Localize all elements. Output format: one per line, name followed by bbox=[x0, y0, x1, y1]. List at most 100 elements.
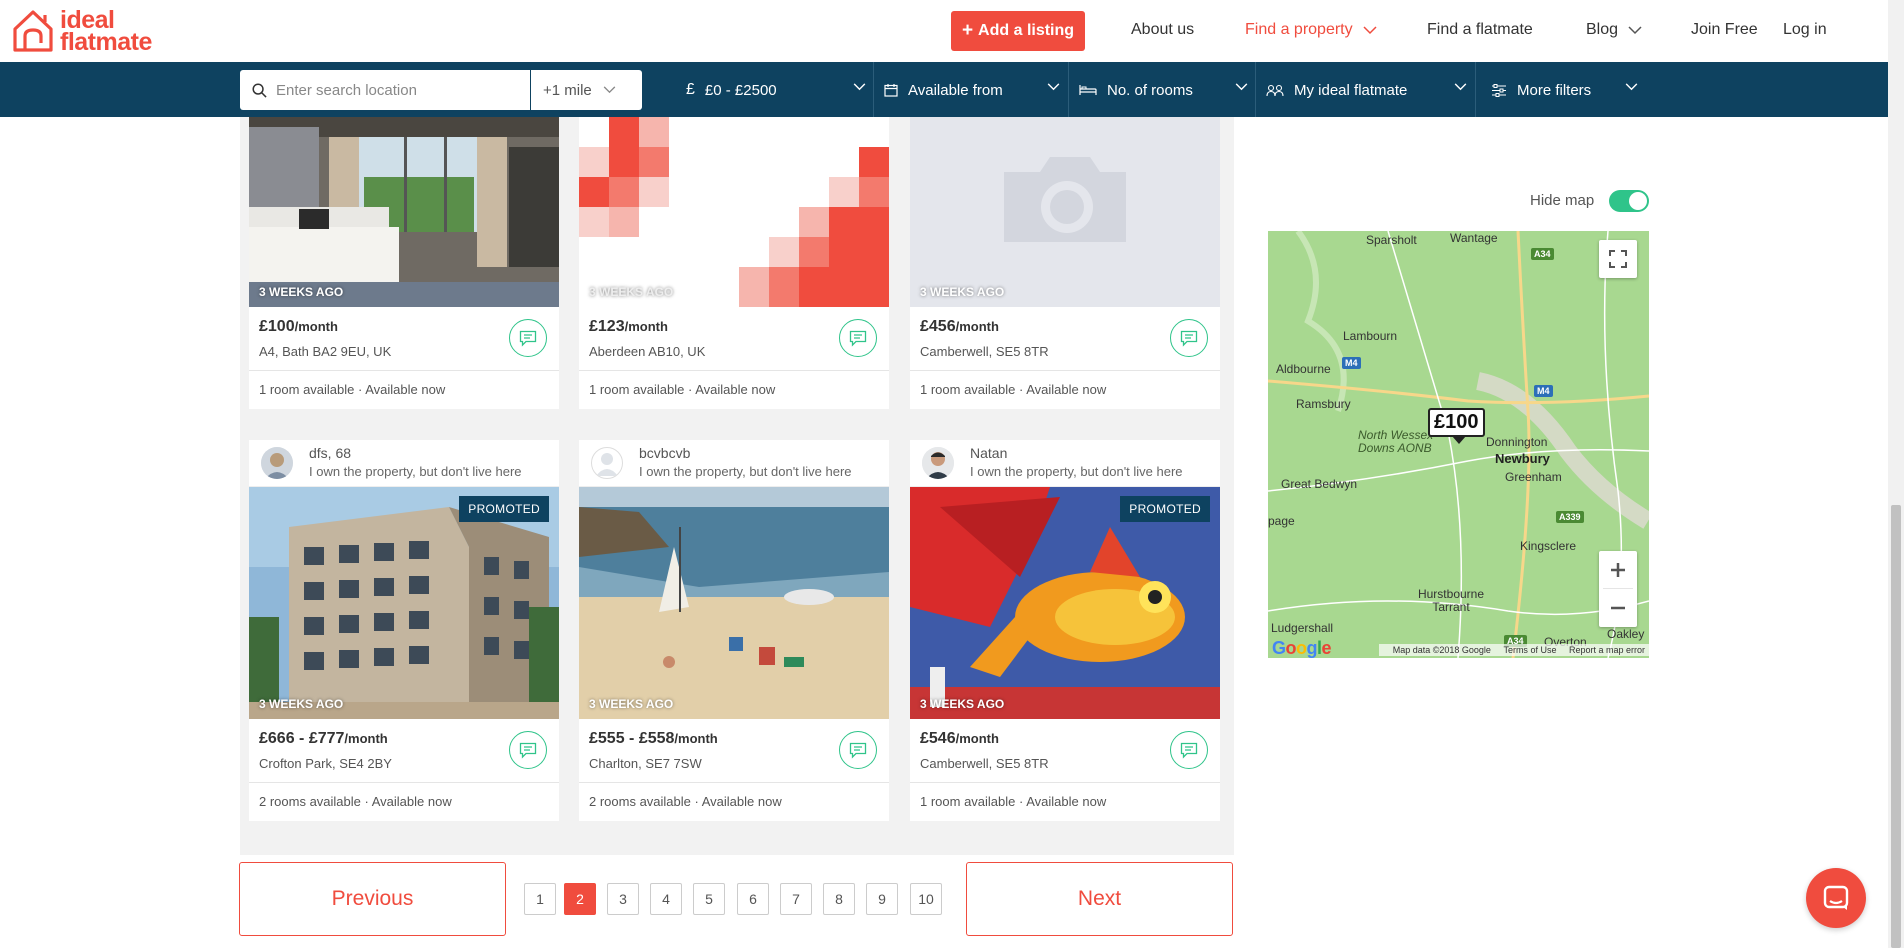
listing-info: £100/month A4, Bath BA2 9EU, UK bbox=[249, 307, 559, 371]
nav-log-in[interactable]: Log in bbox=[1783, 21, 1827, 39]
nav-blog[interactable]: Blog bbox=[1586, 21, 1642, 39]
bed-icon bbox=[1079, 85, 1097, 95]
terms-of-use-link[interactable]: Terms of Use bbox=[1503, 645, 1556, 655]
nav-join-free[interactable]: Join Free bbox=[1691, 21, 1758, 39]
chevron-down-icon bbox=[1454, 83, 1467, 91]
map-price-pin[interactable]: £100 bbox=[1428, 408, 1485, 444]
listing-price: £456/month bbox=[920, 318, 999, 336]
page-number[interactable]: 6 bbox=[737, 883, 769, 915]
listing-card[interactable]: 3 WEEKS AGO £123/month Aberdeen AB10, UK… bbox=[579, 117, 889, 409]
nav-label: Blog bbox=[1586, 21, 1619, 38]
message-button[interactable] bbox=[839, 319, 877, 357]
listing-card[interactable]: bcvbcvb I own the property, but don't li… bbox=[579, 440, 889, 821]
page-number[interactable]: 7 bbox=[780, 883, 812, 915]
page-number[interactable]: 5 bbox=[693, 883, 725, 915]
nav-about-us[interactable]: About us bbox=[1131, 21, 1194, 39]
message-button[interactable] bbox=[1170, 319, 1208, 357]
page-number-current[interactable]: 2 bbox=[564, 883, 596, 915]
page-number[interactable]: 8 bbox=[823, 883, 855, 915]
avatar[interactable] bbox=[591, 447, 623, 479]
google-logo: Google bbox=[1272, 637, 1332, 658]
chat-bubble-icon bbox=[1180, 330, 1198, 347]
price-filter[interactable]: £ £0 - £2500 bbox=[686, 70, 866, 110]
chat-bubble-icon bbox=[519, 742, 537, 759]
avatar[interactable] bbox=[922, 447, 954, 479]
chevron-down-icon bbox=[1625, 83, 1638, 91]
chevron-down-icon bbox=[1363, 25, 1377, 34]
owner-description: I own the property, but don't live here bbox=[970, 464, 1183, 479]
page-label: 1 bbox=[536, 891, 544, 907]
filter-divider bbox=[1475, 62, 1476, 117]
avatar[interactable] bbox=[261, 447, 293, 479]
map[interactable]: Sparsholt Wantage Lambourn Aldbourne Ram… bbox=[1268, 231, 1649, 658]
page-number[interactable]: 4 bbox=[650, 883, 682, 915]
live-chat-button[interactable] bbox=[1806, 868, 1866, 928]
search-input[interactable]: Enter search location bbox=[240, 70, 530, 110]
listing-photo[interactable]: 3 WEEKS AGO bbox=[910, 117, 1220, 307]
add-listing-button[interactable]: + Add a listing bbox=[951, 11, 1085, 51]
fullscreen-button[interactable] bbox=[1599, 240, 1637, 278]
listing-card[interactable]: 3 WEEKS AGO £100/month A4, Bath BA2 9EU,… bbox=[249, 117, 559, 409]
listing-card[interactable]: dfs, 68 I own the property, but don't li… bbox=[249, 440, 559, 821]
listing-photo[interactable]: 3 WEEKS AGO bbox=[249, 117, 559, 307]
page-number[interactable]: 1 bbox=[524, 883, 556, 915]
page-label: 2 bbox=[576, 891, 584, 907]
page-scrollbar[interactable] bbox=[1888, 0, 1904, 948]
price-period: /month bbox=[955, 319, 999, 334]
plus-icon bbox=[1611, 562, 1625, 577]
message-button[interactable] bbox=[509, 731, 547, 769]
message-button[interactable] bbox=[1170, 731, 1208, 769]
page-label: 6 bbox=[749, 891, 757, 907]
zoom-out-button[interactable] bbox=[1603, 589, 1633, 627]
rooms-filter[interactable]: No. of rooms bbox=[1079, 70, 1248, 110]
owner-name: bcvbcvb bbox=[639, 445, 691, 461]
owner-info: Natan I own the property, but don't live… bbox=[910, 440, 1220, 487]
listing-price: £666 - £777/month bbox=[259, 730, 388, 748]
message-button[interactable] bbox=[509, 319, 547, 357]
more-filters[interactable]: More filters bbox=[1491, 70, 1638, 110]
posted-ago: 3 WEEKS AGO bbox=[589, 285, 674, 299]
listing-photo[interactable]: 3 WEEKS AGO bbox=[579, 487, 889, 719]
price-period: /month bbox=[294, 319, 338, 334]
chevron-down-icon bbox=[853, 83, 866, 91]
listing-photo[interactable]: PROMOTED 3 WEEKS AGO bbox=[910, 487, 1220, 719]
nav-label: Log in bbox=[1783, 21, 1827, 38]
next-page-button[interactable]: Next bbox=[966, 862, 1233, 936]
report-map-error-link[interactable]: Report a map error bbox=[1569, 645, 1645, 655]
map-place-label: Kingsclere bbox=[1520, 539, 1577, 553]
message-button[interactable] bbox=[839, 731, 877, 769]
page-label: 7 bbox=[792, 891, 800, 907]
page-number[interactable]: 9 bbox=[866, 883, 898, 915]
previous-page-button[interactable]: Previous bbox=[239, 862, 506, 936]
owner-info: dfs, 68 I own the property, but don't li… bbox=[249, 440, 559, 487]
more-filters-label: More filters bbox=[1517, 81, 1592, 99]
listing-photo[interactable]: 3 WEEKS AGO bbox=[579, 117, 889, 307]
map-place-label: Wantage bbox=[1450, 231, 1498, 245]
toggle-knob bbox=[1629, 192, 1647, 210]
zoom-in-button[interactable] bbox=[1603, 551, 1633, 589]
listing-availability: 1 room available · Available now bbox=[589, 382, 776, 397]
nav-find-flatmate[interactable]: Find a flatmate bbox=[1427, 21, 1533, 39]
available-from-filter[interactable]: Available from bbox=[884, 70, 1060, 110]
listing-photo[interactable]: PROMOTED 3 WEEKS AGO bbox=[249, 487, 559, 719]
page-number[interactable]: 10 bbox=[910, 883, 942, 915]
promoted-badge: PROMOTED bbox=[459, 496, 549, 522]
listing-price: £546/month bbox=[920, 730, 999, 748]
ideal-flatmate-filter[interactable]: My ideal flatmate bbox=[1266, 70, 1467, 110]
page-label: 3 bbox=[619, 891, 627, 907]
nav-find-property[interactable]: Find a property bbox=[1245, 21, 1377, 39]
logo[interactable]: ideal flatmate bbox=[12, 8, 152, 55]
radius-select[interactable]: +1 mile bbox=[531, 70, 642, 110]
page-label: 5 bbox=[705, 891, 713, 907]
listing-card[interactable]: 3 WEEKS AGO £456/month Camberwell, SE5 8… bbox=[910, 117, 1220, 409]
price-value: £666 - £777 bbox=[259, 730, 345, 747]
site-header: ideal flatmate + Add a listing About us … bbox=[0, 0, 1888, 62]
owner-info: bcvbcvb I own the property, but don't li… bbox=[579, 440, 889, 487]
scrollbar-thumb[interactable] bbox=[1891, 505, 1901, 948]
hide-map-toggle[interactable] bbox=[1609, 190, 1649, 212]
price-value: £555 - £558 bbox=[589, 730, 675, 747]
page-number[interactable]: 3 bbox=[607, 883, 639, 915]
add-listing-label: Add a listing bbox=[978, 22, 1075, 39]
filter-divider bbox=[1255, 62, 1256, 117]
listing-card[interactable]: Natan I own the property, but don't live… bbox=[910, 440, 1220, 821]
